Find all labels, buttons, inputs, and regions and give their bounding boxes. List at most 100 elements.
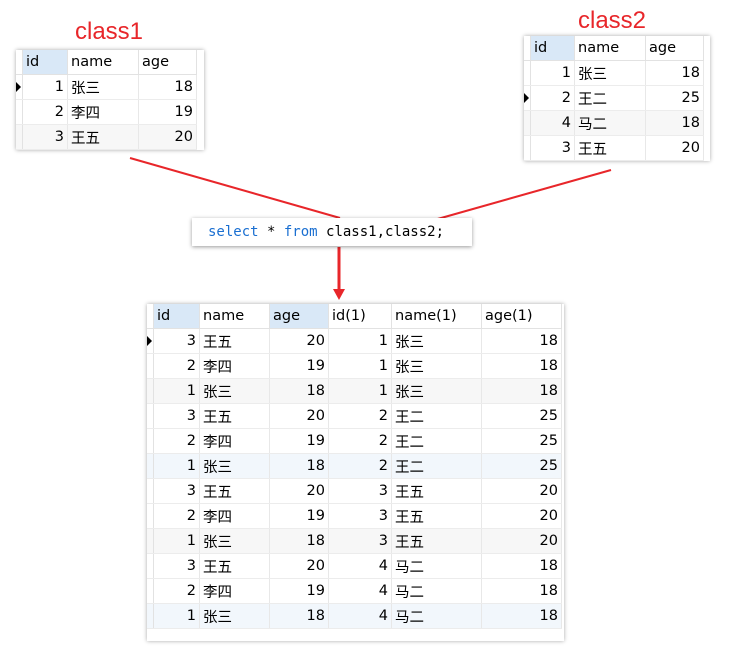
cell-id-1[interactable]: 3 [328,478,392,504]
cell-age[interactable]: 20 [269,328,329,354]
cell-id-1[interactable]: 4 [328,578,392,604]
cell-name[interactable]: 张三 [199,603,270,629]
cell-age-1[interactable]: 25 [481,403,562,429]
column-header-age[interactable]: age [645,36,704,61]
table-row[interactable]: 2 李四 19 [16,99,197,125]
cell-id[interactable]: 2 [153,578,200,604]
cell-id-1[interactable]: 3 [328,528,392,554]
column-header-id[interactable]: id [22,50,68,75]
table-row[interactable]: 4 马二 18 [524,110,704,136]
cell-id[interactable]: 1 [530,60,575,86]
cell-id[interactable]: 3 [530,135,575,161]
cell-name-1[interactable]: 张三 [391,328,482,354]
cell-name[interactable]: 马二 [574,110,646,136]
cell-name-1[interactable]: 张三 [391,378,482,404]
table-row[interactable]: 3 王五 20 1 张三 18 [147,328,562,354]
cell-age[interactable]: 19 [138,99,197,125]
cell-id[interactable]: 4 [530,110,575,136]
cell-age-1[interactable]: 18 [481,328,562,354]
cell-id[interactable]: 1 [153,453,200,479]
table-row[interactable]: 1 张三 18 1 张三 18 [147,378,562,404]
column-header-id[interactable]: id [530,36,575,61]
table-row[interactable]: 1 张三 18 3 王五 20 [147,528,562,554]
cell-age[interactable]: 19 [269,428,329,454]
cell-name[interactable]: 李四 [199,503,270,529]
cell-name-1[interactable]: 王五 [391,478,482,504]
cell-age[interactable]: 19 [269,578,329,604]
cell-id[interactable]: 1 [22,74,68,100]
column-header-name-1[interactable]: name(1) [391,304,482,329]
cell-age[interactable]: 18 [645,60,704,86]
table-row[interactable]: 3 王五 20 3 王五 20 [147,478,562,504]
column-header-name[interactable]: name [574,36,646,61]
cell-name-1[interactable]: 王二 [391,428,482,454]
cell-id[interactable]: 1 [153,378,200,404]
table-row[interactable]: 2 李四 19 1 张三 18 [147,353,562,379]
cell-id[interactable]: 3 [22,124,68,150]
cell-id[interactable]: 2 [153,353,200,379]
column-header-id-1[interactable]: id(1) [328,304,392,329]
cell-id[interactable]: 2 [530,85,575,111]
cell-age[interactable]: 19 [269,503,329,529]
cell-age-1[interactable]: 18 [481,578,562,604]
cell-age-1[interactable]: 18 [481,553,562,579]
cell-name[interactable]: 张三 [199,378,270,404]
cell-id-1[interactable]: 1 [328,378,392,404]
cell-age[interactable]: 18 [269,453,329,479]
table-row[interactable]: 2 李四 19 3 王五 20 [147,503,562,529]
cell-name-1[interactable]: 张三 [391,353,482,379]
cell-age[interactable]: 20 [269,478,329,504]
table-row[interactable]: 1 张三 18 2 王二 25 [147,453,562,479]
cell-id[interactable]: 3 [153,553,200,579]
cell-name-1[interactable]: 马二 [391,603,482,629]
cell-age-1[interactable]: 20 [481,503,562,529]
column-header-id[interactable]: id [153,304,200,329]
cell-age[interactable]: 18 [269,603,329,629]
cell-id[interactable]: 1 [153,603,200,629]
cell-age[interactable]: 20 [645,135,704,161]
table-row[interactable]: 3 王五 20 [524,135,704,161]
cell-name[interactable]: 王五 [199,328,270,354]
cell-id-1[interactable]: 3 [328,503,392,529]
cell-age-1[interactable]: 25 [481,453,562,479]
table-row[interactable]: 2 王二 25 [524,85,704,111]
cell-id[interactable]: 3 [153,328,200,354]
cell-name[interactable]: 张三 [199,528,270,554]
cell-name[interactable]: 张三 [67,74,139,100]
cell-id-1[interactable]: 1 [328,328,392,354]
cell-id[interactable]: 2 [153,428,200,454]
table-row[interactable]: 1 张三 18 4 马二 18 [147,603,562,629]
table-row[interactable]: 3 王五 20 [16,124,197,150]
cell-id-1[interactable]: 2 [328,403,392,429]
column-header-name[interactable]: name [199,304,270,329]
cell-name[interactable]: 王五 [574,135,646,161]
cell-name[interactable]: 李四 [199,578,270,604]
cell-age-1[interactable]: 18 [481,378,562,404]
cell-name-1[interactable]: 王二 [391,453,482,479]
cell-age-1[interactable]: 18 [481,353,562,379]
cell-name[interactable]: 王五 [199,478,270,504]
cell-name[interactable]: 王五 [199,553,270,579]
table-row[interactable]: 1 张三 18 [16,74,197,100]
cell-age[interactable]: 20 [269,553,329,579]
cell-name-1[interactable]: 马二 [391,553,482,579]
cell-age-1[interactable]: 20 [481,478,562,504]
cell-id[interactable]: 2 [153,503,200,529]
cell-age[interactable]: 20 [269,403,329,429]
cell-age[interactable]: 18 [269,378,329,404]
cell-age[interactable]: 25 [645,85,704,111]
column-header-name[interactable]: name [67,50,139,75]
cell-name[interactable]: 张三 [199,453,270,479]
cell-name-1[interactable]: 马二 [391,578,482,604]
cell-name[interactable]: 李四 [199,353,270,379]
cell-id-1[interactable]: 1 [328,353,392,379]
cell-age-1[interactable]: 25 [481,428,562,454]
cell-name[interactable]: 王五 [67,124,139,150]
cell-name-1[interactable]: 王五 [391,503,482,529]
table-row[interactable]: 3 王五 20 2 王二 25 [147,403,562,429]
cell-id-1[interactable]: 2 [328,428,392,454]
table-row[interactable]: 3 王五 20 4 马二 18 [147,553,562,579]
table-row[interactable]: 1 张三 18 [524,60,704,86]
cell-age-1[interactable]: 18 [481,603,562,629]
cell-name-1[interactable]: 王二 [391,403,482,429]
